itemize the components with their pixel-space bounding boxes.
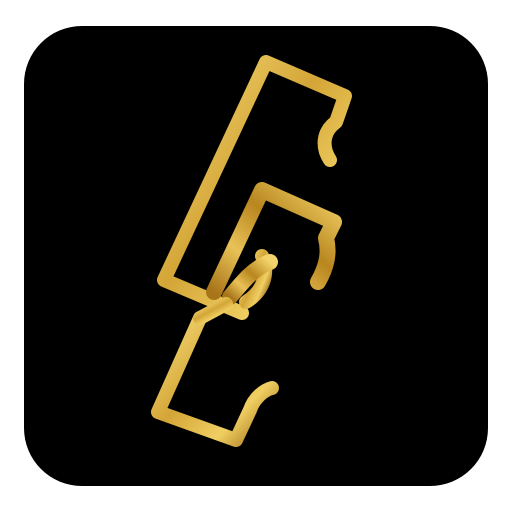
gold-chain-link-monogram-icon [151,55,352,447]
lower-chain-link [151,297,279,447]
middle-link-outer-path [206,182,342,300]
canvas [0,0,512,512]
middle-chain-link [206,182,342,305]
lower-link-outer-path [151,311,279,447]
